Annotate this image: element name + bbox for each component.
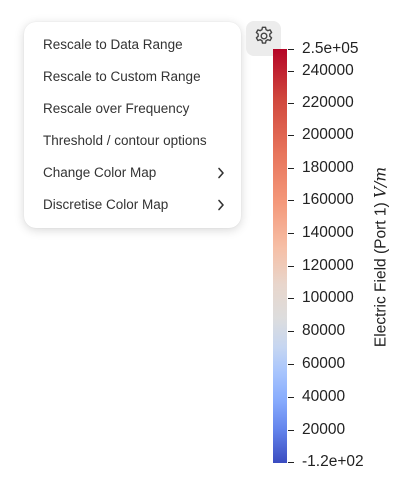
menu-item-label: Rescale to Custom Range xyxy=(43,69,201,84)
colorbar-tick xyxy=(288,266,294,267)
menu-item-rescale-custom-range[interactable]: Rescale to Custom Range xyxy=(24,61,241,93)
colorbar-tick-label: 180000 xyxy=(302,159,354,176)
colorbar-title: Electric Field (Port 1) V/m xyxy=(372,167,391,347)
colorbar-tick xyxy=(288,298,294,299)
colorbar-tick-label: 140000 xyxy=(302,224,354,241)
colorbar-tick xyxy=(288,397,294,398)
colorbar-tick xyxy=(288,233,294,234)
colorbar-tick-label: 40000 xyxy=(302,388,346,405)
menu-item-label: Threshold / contour options xyxy=(43,133,207,148)
colorbar-tick-label: 100000 xyxy=(302,289,354,306)
menu-item-threshold-contour[interactable]: Threshold / contour options xyxy=(24,125,241,157)
colorbar-tick xyxy=(288,103,294,104)
colorbar-tick xyxy=(288,71,294,72)
colorbar-tick-label: 20000 xyxy=(302,421,346,438)
colorbar-tick xyxy=(288,462,294,463)
gear-icon xyxy=(253,25,275,52)
menu-item-label: Change Color Map xyxy=(43,165,157,180)
menu-item-label: Rescale to Data Range xyxy=(43,37,183,52)
menu-item-rescale-data-range[interactable]: Rescale to Data Range xyxy=(24,29,241,61)
colorbar-tick-label: 60000 xyxy=(302,355,346,372)
colormap-options-menu: Rescale to Data Range Rescale to Custom … xyxy=(24,22,241,228)
viewer-overlay: Rescale to Data Range Rescale to Custom … xyxy=(0,0,411,490)
colorbar-min-label: -1.2e+02 xyxy=(302,453,364,470)
colorbar-tick-label: 120000 xyxy=(302,257,354,274)
colorbar-tick xyxy=(288,430,294,431)
colorbar-tick xyxy=(288,49,294,50)
colorbar-tick xyxy=(288,364,294,365)
colorbar-tick xyxy=(288,331,294,332)
colorbar-tick-label: 240000 xyxy=(302,62,354,79)
colorbar-tick xyxy=(288,168,294,169)
colorbar-tick-label: 220000 xyxy=(302,94,354,111)
colorbar-tick-label: 80000 xyxy=(302,322,346,339)
colorbar-max-label: 2.5e+05 xyxy=(302,40,359,57)
colorbar-unit: V/m xyxy=(371,166,390,199)
colorbar-tick xyxy=(288,200,294,201)
chevron-right-icon xyxy=(217,189,225,221)
colorbar-tick-label: 200000 xyxy=(302,126,354,143)
menu-item-change-color-map[interactable]: Change Color Map xyxy=(24,157,241,189)
colorbar-title-text: Electric Field (Port 1) xyxy=(372,202,390,348)
chevron-right-icon xyxy=(217,157,225,189)
colorbar-tick-label: 160000 xyxy=(302,191,354,208)
menu-item-label: Discretise Color Map xyxy=(43,197,169,212)
colorbar-gradient xyxy=(273,49,287,463)
menu-item-label: Rescale over Frequency xyxy=(43,101,190,116)
menu-item-discretise-color-map[interactable]: Discretise Color Map xyxy=(24,189,241,221)
colorbar-tick xyxy=(288,135,294,136)
menu-item-rescale-frequency[interactable]: Rescale over Frequency xyxy=(24,93,241,125)
